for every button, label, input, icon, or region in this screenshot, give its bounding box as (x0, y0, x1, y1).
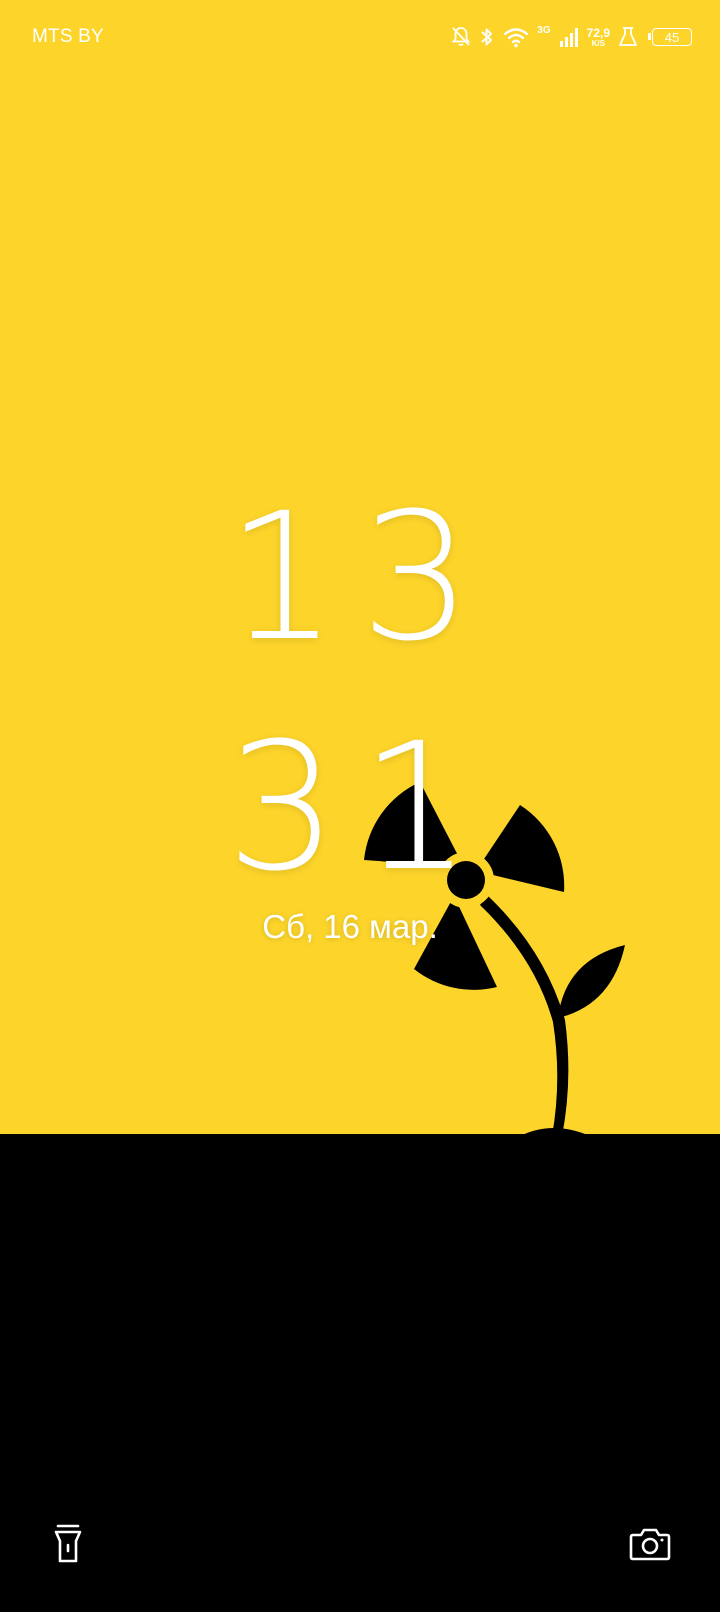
date-label: Сб, 16 мар. (262, 908, 438, 945)
battery-level: 45 (664, 29, 680, 45)
lab-flask-icon (618, 26, 638, 48)
carrier-name: MTS BY (32, 26, 104, 47)
status-bar: MTS BY 3G 72,9 K/S 45 (0, 0, 720, 72)
network-type-label: 3G (537, 24, 551, 36)
flashlight-icon (54, 1524, 82, 1563)
signal-icon (559, 26, 579, 48)
network-speed: 72,9 K/S (587, 27, 610, 48)
clock-minutes: 31 (226, 705, 494, 910)
battery-icon: 45 (648, 28, 692, 46)
network-speed-unit: K/S (591, 38, 605, 48)
bluetooth-icon (479, 26, 495, 48)
bell-off-icon (451, 26, 471, 48)
wallpaper-ground (0, 1134, 720, 1612)
camera-button[interactable] (622, 1516, 678, 1572)
wifi-icon (503, 26, 529, 48)
clock-hours: 13 (226, 475, 494, 680)
network-speed-value: 72,9 (586, 25, 610, 40)
camera-icon (629, 1528, 671, 1561)
status-icons: 3G 72,9 K/S 45 (451, 20, 692, 54)
flashlight-button[interactable] (40, 1516, 96, 1572)
